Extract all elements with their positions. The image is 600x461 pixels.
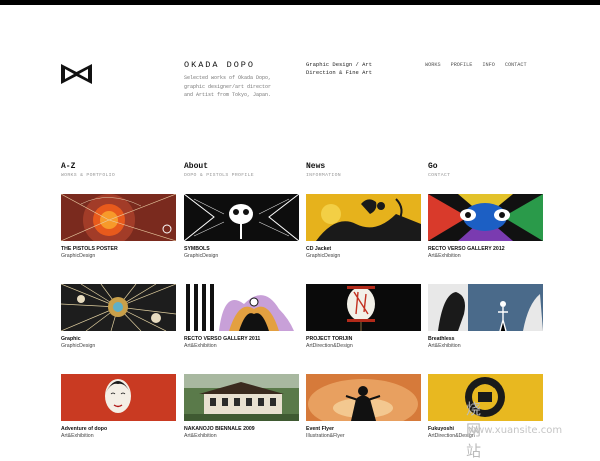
work-thumbnail[interactable] (428, 284, 543, 331)
section-title[interactable]: Go (428, 162, 546, 171)
section-about: About DOPO & PISTOLS PROFILE (184, 162, 302, 178)
work-thumbnail[interactable] (61, 374, 176, 421)
work-thumbnail[interactable] (184, 374, 299, 421)
work-category: Illustration&Flyer (306, 433, 345, 439)
nav-works[interactable]: WORKS (425, 62, 441, 68)
work-category: GraphicDesign (306, 253, 341, 259)
section-subtitle: WORKS & PORTFOLIO (61, 173, 116, 178)
work-title[interactable]: SYMBOLS (184, 246, 299, 252)
work-card[interactable]: CD Jacket GraphicDesign (306, 194, 421, 259)
work-card[interactable]: Graphic GraphicDesign (61, 284, 176, 349)
work-category: Art&Exhibition (428, 253, 461, 259)
work-thumbnail[interactable] (61, 284, 176, 331)
section-title[interactable]: A-Z (61, 162, 179, 171)
work-card[interactable]: Adventure of dopo Art&Exhibition (61, 374, 176, 439)
work-title[interactable]: RECTO VERSO GALLERY 2012 (428, 246, 543, 252)
work-category: Art&Exhibition (184, 433, 217, 439)
work-card[interactable]: Breathless Art&Exhibition (428, 284, 543, 349)
nav-info[interactable]: INFO (482, 62, 494, 68)
site-description: Selected works of Okada Dopo, graphic de… (184, 75, 272, 98)
section-subtitle: CONTACT (428, 173, 451, 178)
work-title[interactable]: PROJECT TORIJIN (306, 336, 421, 342)
work-title[interactable]: Adventure of dopo (61, 426, 176, 432)
work-thumbnail[interactable] (61, 194, 176, 241)
section-subtitle: DOPO & PISTOLS PROFILE (184, 173, 254, 178)
section-go: Go CONTACT (428, 162, 546, 178)
section-title[interactable]: About (184, 162, 302, 171)
work-thumbnail[interactable] (428, 374, 543, 421)
top-bar (0, 0, 600, 5)
work-card[interactable]: PROJECT TORIJIN ArtDirection&Design (306, 284, 421, 349)
work-card[interactable]: SYMBOLS GraphicDesign (184, 194, 299, 259)
nav-profile[interactable]: PROFILE (451, 62, 473, 68)
work-title[interactable]: Graphic (61, 336, 176, 342)
work-title[interactable]: CD Jacket (306, 246, 421, 252)
work-thumbnail[interactable] (306, 374, 421, 421)
nav-contact[interactable]: CONTACT (505, 62, 527, 68)
work-title[interactable]: NAKANOJO BIENNALE 2009 (184, 426, 299, 432)
work-category: GraphicDesign (184, 253, 219, 259)
work-category: Art&Exhibition (61, 433, 94, 439)
work-category: GraphicDesign (61, 343, 96, 349)
work-thumbnail[interactable] (184, 194, 299, 241)
work-card[interactable]: THE PISTOLS POSTER GraphicDesign (61, 194, 176, 259)
section-a-z: A-Z WORKS & PORTFOLIO (61, 162, 179, 178)
work-thumbnail[interactable] (184, 284, 299, 331)
section-subtitle: INFORMATION (306, 173, 341, 178)
work-thumbnail[interactable] (306, 284, 421, 331)
site-title[interactable]: OKADA DOPO (184, 60, 255, 70)
site-tagline: Graphic Design / Art Direction & Fine Ar… (306, 61, 373, 76)
work-category: Art&Exhibition (428, 343, 461, 349)
work-title[interactable]: Event Flyer (306, 426, 421, 432)
work-card[interactable]: Event Flyer Illustration&Flyer (306, 374, 421, 439)
work-title[interactable]: Breathless (428, 336, 543, 342)
work-thumbnail[interactable] (306, 194, 421, 241)
work-title[interactable]: RECTO VERSO GALLERY 2011 (184, 336, 299, 342)
work-card[interactable]: RECTO VERSO GALLERY 2012 Art&Exhibition (428, 194, 543, 259)
work-category: GraphicDesign (61, 253, 96, 259)
section-title[interactable]: News (306, 162, 424, 171)
main-nav: WORKS PROFILE INFO CONTACT (425, 62, 527, 68)
work-thumbnail[interactable] (428, 194, 543, 241)
bowtie-logo-icon[interactable] (60, 63, 93, 85)
work-card[interactable]: NAKANOJO BIENNALE 2009 Art&Exhibition (184, 374, 299, 439)
work-category: ArtDirection&Design (306, 343, 353, 349)
section-news: News INFORMATION (306, 162, 424, 178)
work-card[interactable]: RECTO VERSO GALLERY 2011 Art&Exhibition (184, 284, 299, 349)
watermark-url: www.xuansite.com (468, 425, 563, 436)
work-title[interactable]: THE PISTOLS POSTER (61, 246, 176, 252)
work-category: Art&Exhibition (184, 343, 217, 349)
